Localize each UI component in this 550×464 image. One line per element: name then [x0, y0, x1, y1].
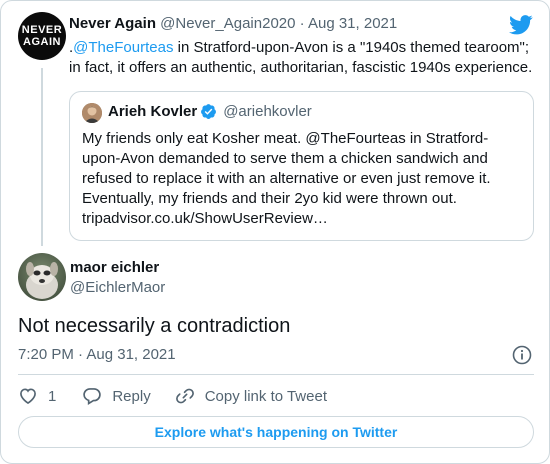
quoted-author-name[interactable]: Arieh Kovler [108, 103, 197, 120]
author-handle[interactable]: @EichlerMaor [70, 279, 165, 296]
like-button[interactable]: 1 [18, 386, 56, 406]
tweet-embed-card: NEVER AGAIN Never Again @Never_Again2020… [0, 0, 550, 464]
reply-button[interactable]: Reply [82, 386, 151, 406]
never-again-avatar[interactable]: NEVER AGAIN [18, 12, 66, 60]
link-icon [175, 388, 194, 404]
tweet-timestamp[interactable]: 7:20 PM · Aug 31, 2021 [18, 346, 176, 363]
explore-twitter-button[interactable]: Explore what's happening on Twitter [18, 416, 534, 448]
quoted-tweet-header: Arieh Kovler @ariehkovler [108, 103, 312, 120]
avatar-portrait-icon [82, 103, 102, 123]
quoted-author-handle[interactable]: @ariehkovler [223, 103, 312, 120]
avatar-text-line2: AGAIN [23, 36, 61, 48]
avatar-text-line1: NEVER [21, 24, 63, 36]
reply-label: Reply [112, 387, 151, 405]
maor-eichler-avatar[interactable] [18, 253, 66, 301]
arieh-kovler-avatar[interactable] [82, 103, 102, 123]
explore-label: Explore what's happening on Twitter [154, 424, 398, 440]
parent-author-name[interactable]: Never Again [69, 15, 156, 32]
thread-line [41, 68, 43, 246]
copy-link-button[interactable]: Copy link to Tweet [175, 386, 327, 406]
verified-badge-icon [201, 104, 217, 119]
reply-bubble-icon [83, 388, 102, 405]
twitter-bird-icon[interactable] [509, 15, 533, 35]
author-name[interactable]: maor eichler [70, 259, 159, 276]
quoted-tweet[interactable]: Arieh Kovler @ariehkovler My friends onl… [69, 91, 534, 241]
parent-tweet-text: .@TheFourteas in Stratford-upon-Avon is … [69, 38, 539, 78]
like-count: 1 [48, 387, 57, 405]
copy-link-label: Copy link to Tweet [204, 387, 327, 405]
divider [18, 374, 534, 375]
info-icon[interactable] [512, 345, 532, 365]
action-bar: 1 Reply Copy link to Tweet [18, 385, 327, 407]
parent-tweet-meta[interactable]: @Never_Again2020 · Aug 31, 2021 [160, 15, 397, 32]
parent-tweet-header: Never Again @Never_Again2020 · Aug 31, 2… [69, 15, 397, 32]
quoted-tweet-text: My friends only eat Kosher meat. @TheFou… [82, 130, 491, 227]
mention-link[interactable]: @TheFourteas [73, 39, 173, 56]
avatar-dog-photo-icon [18, 253, 66, 301]
heart-icon [20, 388, 36, 405]
tweet-text: Not necessarily a contradiction [18, 315, 291, 337]
